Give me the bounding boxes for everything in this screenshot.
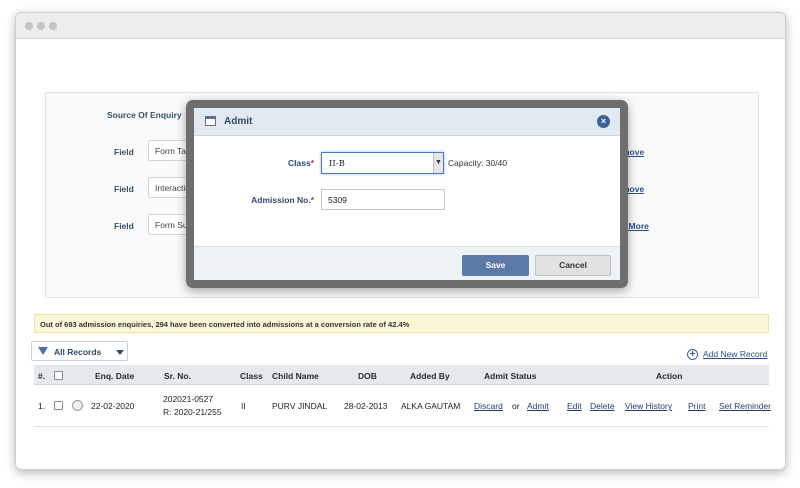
sr-no-cell-secondary: R: 2020-21/255 (163, 407, 222, 417)
modal-title: Admit (224, 116, 253, 127)
column-header-admit-status: Admit Status (484, 371, 537, 381)
select-all-checkbox[interactable] (54, 371, 63, 380)
plus-circle-icon: + (687, 349, 698, 360)
dob-cell: 28-02-2013 (344, 401, 388, 411)
column-header-sr-no: Sr. No. (164, 371, 191, 381)
minimize-window-dot[interactable] (37, 22, 45, 30)
capacity-text: Capacity: 30/40 (448, 158, 508, 168)
class-select-value: II-B (329, 159, 345, 169)
admission-label-text: Admission No. (251, 195, 311, 205)
class-cell: II (241, 401, 246, 411)
child-name-cell: PURV JINDAL (272, 401, 328, 411)
admit-link[interactable]: Admit (527, 401, 549, 411)
modal-footer: Save Cancel (194, 246, 620, 280)
column-header-class: Class (240, 371, 263, 381)
maximize-window-dot[interactable] (49, 22, 57, 30)
save-button[interactable]: Save (462, 255, 529, 276)
records-filter-dropdown[interactable]: All Records (31, 341, 128, 361)
column-header-dob: DOB (358, 371, 377, 381)
row-radio[interactable] (72, 400, 83, 411)
modal-body: Class* II-B ▼ Capacity: 30/40 Admission … (194, 136, 620, 246)
class-label: Class* (194, 158, 314, 168)
filter-label: All Records (54, 347, 102, 357)
add-new-record-label: Add New Record (703, 349, 768, 359)
column-header-number: #. (38, 371, 46, 381)
field-label: Field (114, 184, 134, 194)
dropdown-arrow-icon[interactable]: ▼ (433, 153, 443, 173)
conversion-banner: Out of 693 admission enquiries, 294 have… (34, 314, 769, 333)
set-reminder-link[interactable]: Set Reminder (719, 401, 771, 411)
close-window-dot[interactable] (25, 22, 33, 30)
modal-header: Admit × (194, 108, 620, 136)
field-label: Field (114, 221, 134, 231)
row-checkbox[interactable] (54, 401, 63, 410)
edit-link[interactable]: Edit (567, 401, 582, 411)
required-mark: * (310, 158, 314, 168)
table-row: 1. 22-02-2020 202021-0527 R: 2020-21/255… (34, 385, 771, 427)
class-select[interactable]: II-B ▼ (321, 152, 444, 174)
admission-no-input[interactable]: 5309 (321, 189, 445, 210)
column-header-child-name: Child Name (272, 371, 319, 381)
print-link[interactable]: Print (688, 401, 705, 411)
or-text: or (512, 401, 520, 411)
discard-link[interactable]: Discard (474, 401, 503, 411)
filter-icon (38, 347, 48, 355)
title-bar (16, 13, 785, 39)
browser-window: Source Of Enquiry Field Form Tak move Fi… (15, 12, 786, 470)
class-label-text: Class (288, 158, 311, 168)
column-header-enq-date: Enq. Date (95, 371, 135, 381)
field-label: Field (114, 147, 134, 157)
table-header: #. Enq. Date Sr. No. Class Child Name DO… (34, 365, 769, 385)
chevron-down-icon (116, 350, 124, 355)
column-header-action: Action (656, 371, 683, 381)
sr-no-cell: 202021-0527 (163, 394, 214, 404)
view-history-link[interactable]: View History (625, 401, 672, 411)
added-by-cell: ALKA GAUTAM (401, 401, 461, 411)
source-of-enquiry-heading: Source Of Enquiry (107, 110, 182, 120)
admission-no-label: Admission No.* (194, 195, 314, 205)
close-icon[interactable]: × (597, 115, 610, 128)
admit-modal: Admit × Class* II-B ▼ Capacity: 30/40 Ad… (186, 100, 628, 288)
delete-link[interactable]: Delete (590, 401, 615, 411)
enq-date-cell: 22-02-2020 (91, 401, 135, 411)
required-mark: * (310, 195, 314, 205)
row-number: 1. (38, 401, 46, 411)
cancel-button[interactable]: Cancel (535, 255, 611, 276)
page-content: Source Of Enquiry Field Form Tak move Fi… (16, 40, 785, 469)
column-header-added-by: Added By (410, 371, 450, 381)
window-icon (205, 116, 216, 126)
